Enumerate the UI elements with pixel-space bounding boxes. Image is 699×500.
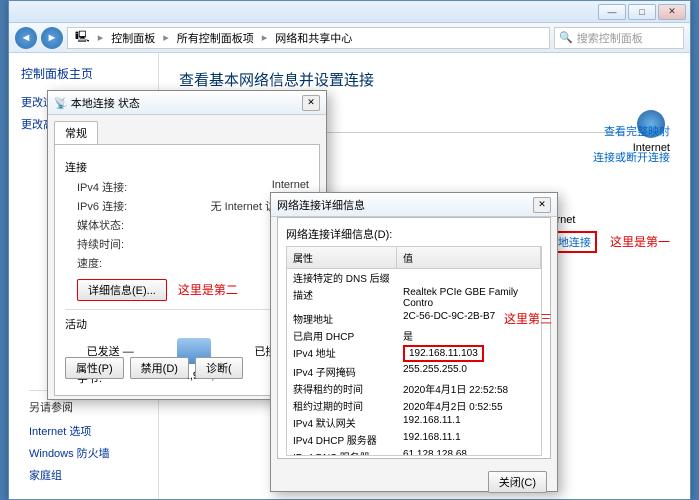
dialog-close-button[interactable]: ✕ xyxy=(302,95,320,111)
sidebar-link-internet-options[interactable]: Internet 选项 xyxy=(29,423,159,439)
breadcrumb[interactable]: 🖳▸ 控制面板▸ 所有控制面板项▸ 网络和共享中心 xyxy=(67,27,550,49)
table-row[interactable]: IPv4 DNS 服务器61.128.128.68 xyxy=(287,448,541,456)
adapter-icon: 📡 xyxy=(54,98,68,110)
diagnose-button[interactable]: 诊断( xyxy=(195,357,243,379)
sidebar-link-firewall[interactable]: Windows 防火墙 xyxy=(29,445,159,461)
sidebar-footer-header: 另请参阅 xyxy=(29,399,159,415)
connection-details-dialog: 网络连接详细信息 ✕ 网络连接详细信息(D): 属性 值 连接特定的 DNS 后… xyxy=(270,192,558,492)
minimize-button[interactable]: — xyxy=(598,4,626,20)
annotation-3: 这里第三 xyxy=(504,310,552,327)
navbar: ◄ ► 🖳▸ 控制面板▸ 所有控制面板项▸ 网络和共享中心 🔍 搜索控制面板 xyxy=(9,23,690,53)
tab-general[interactable]: 常规 xyxy=(54,121,98,144)
properties-button[interactable]: 属性(P) xyxy=(65,357,124,379)
table-row[interactable]: IPv4 地址192.168.11.103 xyxy=(287,344,541,363)
maximize-button[interactable]: □ xyxy=(628,4,656,20)
back-button[interactable]: ◄ xyxy=(15,27,37,49)
table-row[interactable]: 租约过期的时间2020年4月2日 0:52:55 xyxy=(287,397,541,414)
link-connect-disconnect[interactable]: 连接或断开连接 xyxy=(593,149,670,165)
details-button[interactable]: 详细信息(E)... xyxy=(77,279,167,301)
link-full-map[interactable]: 查看完整映射 xyxy=(593,123,670,139)
page-title: 查看基本网络信息并设置连接 xyxy=(179,69,670,90)
annotation-1: 这里是第一 xyxy=(610,235,670,249)
annotation-2: 这里是第二 xyxy=(178,283,238,297)
table-row[interactable]: IPv4 DHCP 服务器192.168.11.1 xyxy=(287,431,541,448)
disable-button[interactable]: 禁用(D) xyxy=(130,357,189,379)
dialog-title: 网络连接详细信息 xyxy=(277,197,365,213)
dialog-title: 本地连接 状态 xyxy=(71,98,140,110)
close-button[interactable]: 关闭(C) xyxy=(488,471,547,493)
table-row[interactable]: 描述Realtek PCIe GBE Family Contro xyxy=(287,286,541,310)
forward-button[interactable]: ► xyxy=(41,27,63,49)
sidebar-title: 控制面板主页 xyxy=(21,65,146,82)
search-icon: 🔍 xyxy=(559,31,573,44)
details-table: 属性 值 连接特定的 DNS 后缀描述Realtek PCIe GBE Fami… xyxy=(286,246,542,456)
table-row[interactable]: 已启用 DHCP是 xyxy=(287,327,541,344)
titlebar: — □ ✕ xyxy=(9,1,690,23)
dialog-close-button[interactable]: ✕ xyxy=(533,197,551,213)
table-row[interactable]: 连接特定的 DNS 后缀 xyxy=(287,269,541,286)
table-row[interactable]: IPv4 默认网关192.168.11.1 xyxy=(287,414,541,431)
table-row[interactable]: 获得租约的时间2020年4月1日 22:52:58 xyxy=(287,380,541,397)
breadcrumb-item[interactable]: 所有控制面板项 xyxy=(174,30,257,46)
breadcrumb-item[interactable]: 网络和共享中心 xyxy=(272,30,355,46)
table-row[interactable]: IPv4 子网掩码255.255.255.0 xyxy=(287,363,541,380)
close-button[interactable]: ✕ xyxy=(658,4,686,20)
table-row[interactable]: 物理地址2C-56-DC-9C-2B-B7 xyxy=(287,310,541,327)
sidebar-link-homegroup[interactable]: 家庭组 xyxy=(29,467,159,483)
search-input[interactable]: 🔍 搜索控制面板 xyxy=(554,27,684,49)
breadcrumb-item[interactable]: 控制面板 xyxy=(108,30,158,46)
